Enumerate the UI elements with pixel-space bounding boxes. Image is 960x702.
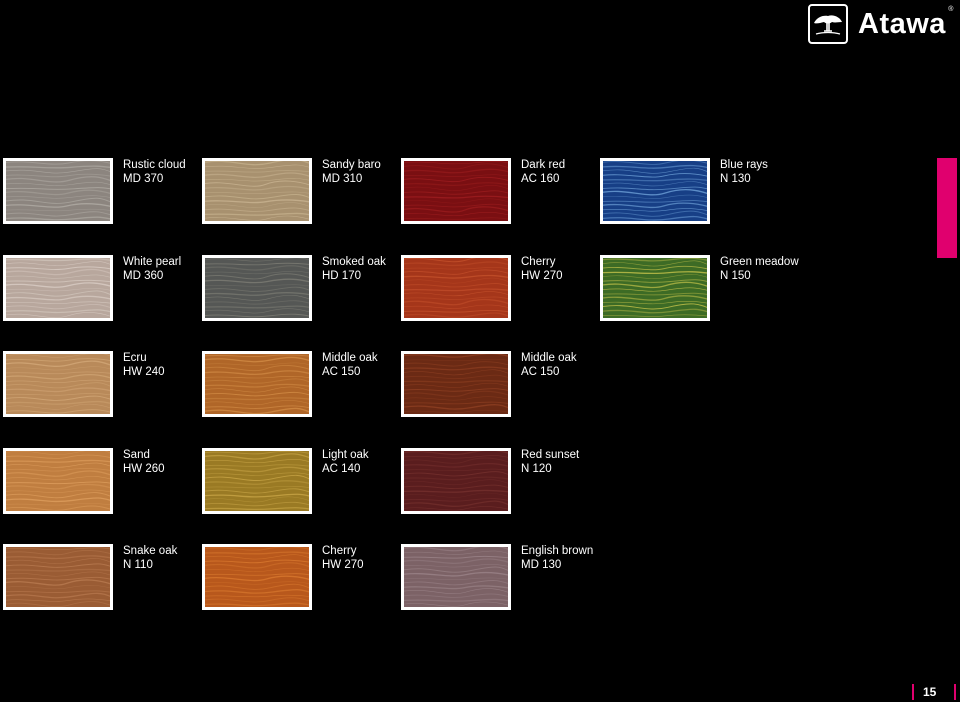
page-number-right-rule: [954, 684, 956, 700]
wood-swatch-image: [3, 255, 113, 321]
swatch-code: AC 150: [322, 365, 361, 378]
swatch-name: Red sunset: [521, 449, 580, 461]
page-number-left-rule: [912, 684, 914, 700]
tree-icon: [808, 4, 848, 44]
swatch-item: Red sunset N 120: [401, 448, 600, 516]
swatch-label: Cherry HW 270: [322, 545, 364, 572]
swatch-item: Dark red AC 160: [401, 158, 600, 226]
wood-swatch-image: [401, 448, 511, 514]
wood-swatch-image: [3, 351, 113, 417]
swatch-label: Middle oak AC 150: [322, 352, 378, 379]
swatch-item: Snake oak N 110: [3, 544, 202, 612]
wood-swatch-image: [600, 255, 710, 321]
swatch-label: Rustic cloud MD 370: [123, 159, 186, 186]
wood-swatch-image: [202, 544, 312, 610]
swatch-code: MD 360: [123, 269, 164, 282]
swatch-name: Middle oak: [521, 352, 577, 364]
swatch-item: White pearl MD 360: [3, 255, 202, 323]
swatch-name: Snake oak: [123, 545, 178, 557]
swatch-code: MD 130: [521, 558, 562, 571]
swatch-item: Rustic cloud MD 370: [3, 158, 202, 226]
wood-swatch-image: [3, 158, 113, 224]
swatch-code: AC 160: [521, 172, 560, 185]
wood-swatch-image: [401, 544, 511, 610]
catalog-page: Atawa ® Rustic cloud MD 370 Sandy baro MD 31…: [0, 0, 960, 702]
swatch-item: Middle oak AC 150: [401, 351, 600, 419]
swatch-item: Sand HW 260: [3, 448, 202, 516]
swatch-item: Cherry HW 270: [202, 544, 401, 612]
swatch-name: Sand: [123, 449, 150, 461]
swatch-name: Light oak: [322, 449, 369, 461]
swatch-item: Smoked oak HD 170: [202, 255, 401, 323]
swatch-name: Cherry: [521, 256, 556, 268]
swatch-name: Green meadow: [720, 256, 799, 268]
wood-swatch-image: [202, 351, 312, 417]
swatch-label: Snake oak N 110: [123, 545, 177, 572]
swatch-name: English brown: [521, 545, 594, 557]
swatch-code: HD 170: [322, 269, 361, 282]
swatch-label: Sand HW 260: [123, 449, 165, 476]
swatch-code: MD 310: [322, 172, 363, 185]
swatch-label: English brown MD 130: [521, 545, 593, 572]
swatch-code: N 150: [720, 269, 751, 282]
page-number: 15: [912, 684, 956, 700]
wood-swatch-image: [3, 544, 113, 610]
accent-tab: [937, 158, 957, 258]
swatch-name: Smoked oak: [322, 256, 386, 268]
swatch-code: MD 370: [123, 172, 164, 185]
swatch-code: HW 270: [521, 269, 563, 282]
swatch-label: Green meadow N 150: [720, 256, 799, 283]
swatch-label: Light oak AC 140: [322, 449, 369, 476]
swatch-label: Sandy baro MD 310: [322, 159, 381, 186]
swatch-item: Cherry HW 270: [401, 255, 600, 323]
swatch-code: HW 270: [322, 558, 364, 571]
swatch-code: HW 260: [123, 462, 165, 475]
swatch-item: Light oak AC 140: [202, 448, 401, 516]
swatch-name: White pearl: [123, 256, 182, 268]
wood-swatch-image: [401, 351, 511, 417]
swatch-item: Sandy baro MD 310: [202, 158, 401, 226]
swatch-name: Middle oak: [322, 352, 378, 364]
swatch-code: AC 140: [322, 462, 361, 475]
swatch-item: Green meadow N 150: [600, 255, 799, 323]
swatch-code: HW 240: [123, 365, 165, 378]
swatch-name: Dark red: [521, 159, 566, 171]
wood-swatch-image: [3, 448, 113, 514]
swatch-item: Blue rays N 130: [600, 158, 799, 226]
swatch-name: Blue rays: [720, 159, 768, 171]
swatch-label: White pearl MD 360: [123, 256, 181, 283]
swatch-label: Red sunset N 120: [521, 449, 579, 476]
wood-swatch-image: [202, 158, 312, 224]
swatch-code: AC 150: [521, 365, 560, 378]
wood-swatch-image: [202, 255, 312, 321]
swatch-code: N 110: [123, 558, 153, 571]
swatch-name: Ecru: [123, 352, 147, 364]
brand-logo: Atawa ®: [808, 2, 958, 46]
wood-swatch-image: [401, 158, 511, 224]
wood-swatch-image: [401, 255, 511, 321]
swatch-name: Cherry: [322, 545, 357, 557]
registered-mark: ®: [948, 5, 954, 13]
swatch-label: Middle oak AC 150: [521, 352, 577, 379]
swatch-name: Rustic cloud: [123, 159, 186, 171]
swatch-item: English brown MD 130: [401, 544, 600, 612]
swatch-label: Cherry HW 270: [521, 256, 563, 283]
swatch-code: N 130: [720, 172, 751, 185]
swatch-code: N 120: [521, 462, 552, 475]
swatch-label: Dark red AC 160: [521, 159, 565, 186]
wood-swatch-image: [202, 448, 312, 514]
swatch-label: Blue rays N 130: [720, 159, 768, 186]
brand-name-text: Atawa: [858, 7, 946, 40]
swatch-item: Middle oak AC 150: [202, 351, 401, 419]
swatch-label: Ecru HW 240: [123, 352, 165, 379]
swatch-label: Smoked oak HD 170: [322, 256, 386, 283]
swatch-item: Ecru HW 240: [3, 351, 202, 419]
swatch-name: Sandy baro: [322, 159, 381, 171]
brand-name: Atawa ®: [858, 6, 953, 41]
page-number-text: 15: [923, 685, 937, 699]
wood-swatch-image: [600, 158, 710, 224]
